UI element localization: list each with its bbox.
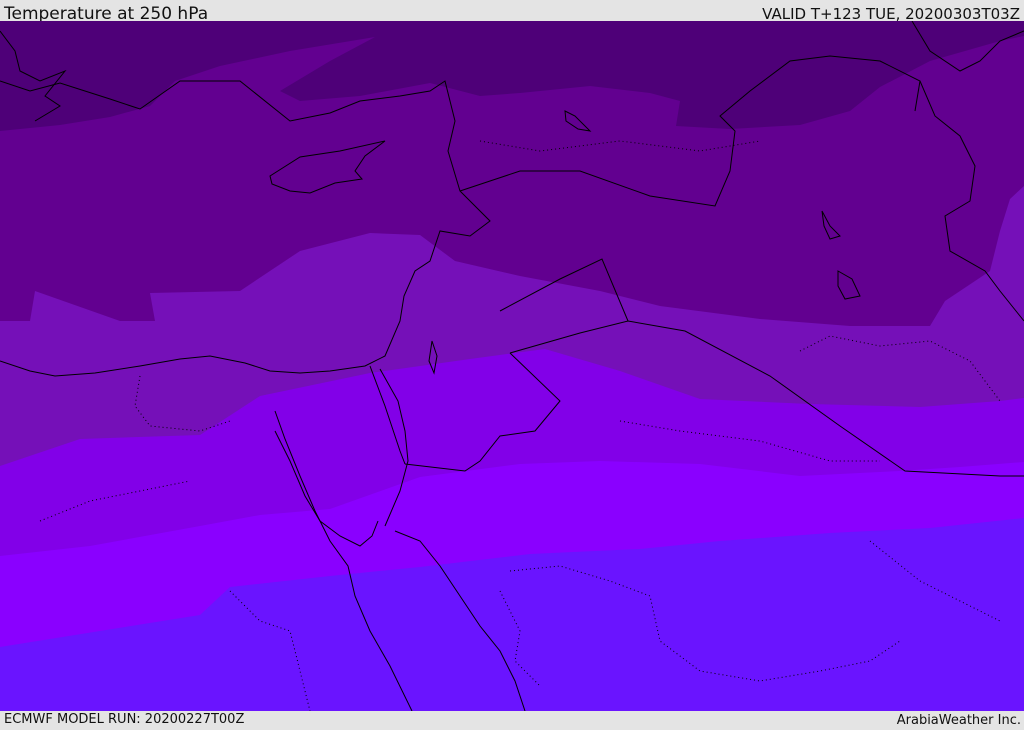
model-run: ECMWF MODEL RUN: 20200227T00Z [4,712,245,727]
footer-bar: ECMWF MODEL RUN: 20200227T00Z ArabiaWeat… [0,711,1024,729]
credit-label: ArabiaWeather Inc. [896,713,1021,728]
map-canvas [0,21,1024,711]
header-bar: Temperature at 250 hPa VALID T+123 TUE, … [0,0,1024,24]
temperature-map [0,21,1024,711]
